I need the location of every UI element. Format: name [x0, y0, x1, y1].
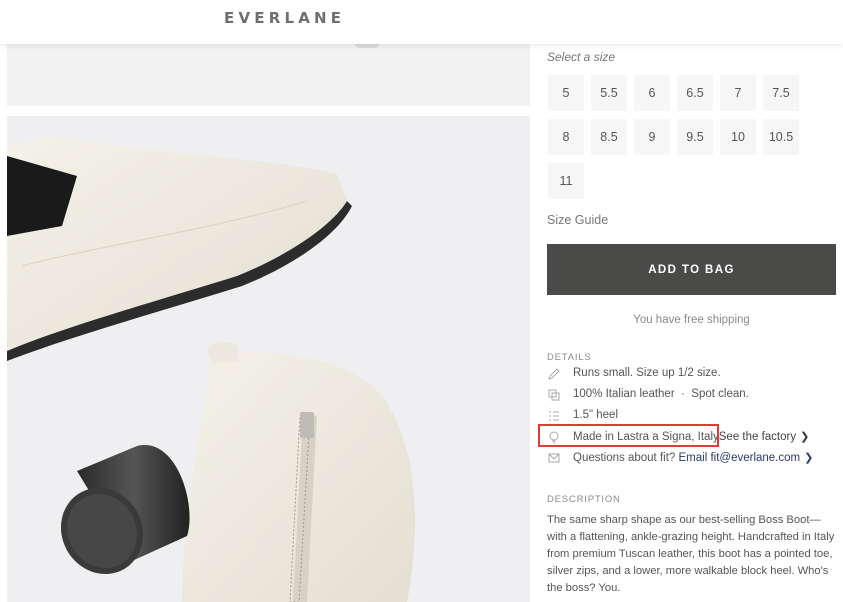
chevron-right-icon: ❯ — [804, 452, 814, 464]
detail-fit: Runs small. Size up 1/2 size. — [547, 366, 836, 384]
size-option[interactable]: 8.5 — [591, 119, 627, 155]
description-title: DESCRIPTION — [547, 494, 621, 505]
size-option[interactable]: 7 — [720, 75, 756, 111]
description-text: The same sharp shape as our best-selling… — [547, 514, 835, 594]
details-title: DETAILS — [547, 352, 592, 363]
size-option[interactable]: 10 — [720, 119, 756, 155]
size-label: Select a size — [547, 50, 616, 64]
size-option[interactable]: 5 — [548, 75, 584, 111]
size-option[interactable]: 6.5 — [677, 75, 713, 111]
highlight-box — [538, 424, 719, 447]
mail-icon — [547, 451, 561, 465]
size-guide-link[interactable]: Size Guide — [547, 213, 608, 227]
photo-detail — [355, 44, 379, 48]
chevron-right-icon: ❯ — [800, 431, 810, 443]
see-factory-link[interactable]: See the factory — [719, 431, 796, 443]
product-photo-previous — [7, 44, 530, 106]
size-option[interactable]: 11 — [548, 163, 584, 199]
size-option[interactable]: 8 — [548, 119, 584, 155]
pencil-icon — [547, 367, 561, 381]
size-option[interactable]: 6 — [634, 75, 670, 111]
email-fit-link[interactable]: Email fit@everlane.com — [679, 452, 801, 464]
list-icon — [547, 409, 561, 423]
size-option[interactable]: 10.5 — [763, 119, 799, 155]
detail-material: 100% Italian leather · Spot clean. — [547, 387, 836, 405]
product-photo[interactable] — [7, 116, 530, 602]
size-option[interactable]: 7.5 — [763, 75, 799, 111]
boot-illustration — [7, 136, 415, 602]
add-to-bag-button[interactable]: ADD TO BAG — [547, 244, 836, 295]
size-option[interactable]: 5.5 — [591, 75, 627, 111]
size-option[interactable]: 9.5 — [677, 119, 713, 155]
site-header: EVERLANE — [0, 0, 843, 44]
size-option[interactable]: 9 — [634, 119, 670, 155]
detail-questions: Questions about fit? Email fit@everlane.… — [547, 450, 836, 468]
shipping-note: You have free shipping — [633, 314, 750, 326]
everlane-logo[interactable]: EVERLANE — [224, 9, 345, 27]
fabric-icon — [547, 388, 561, 402]
